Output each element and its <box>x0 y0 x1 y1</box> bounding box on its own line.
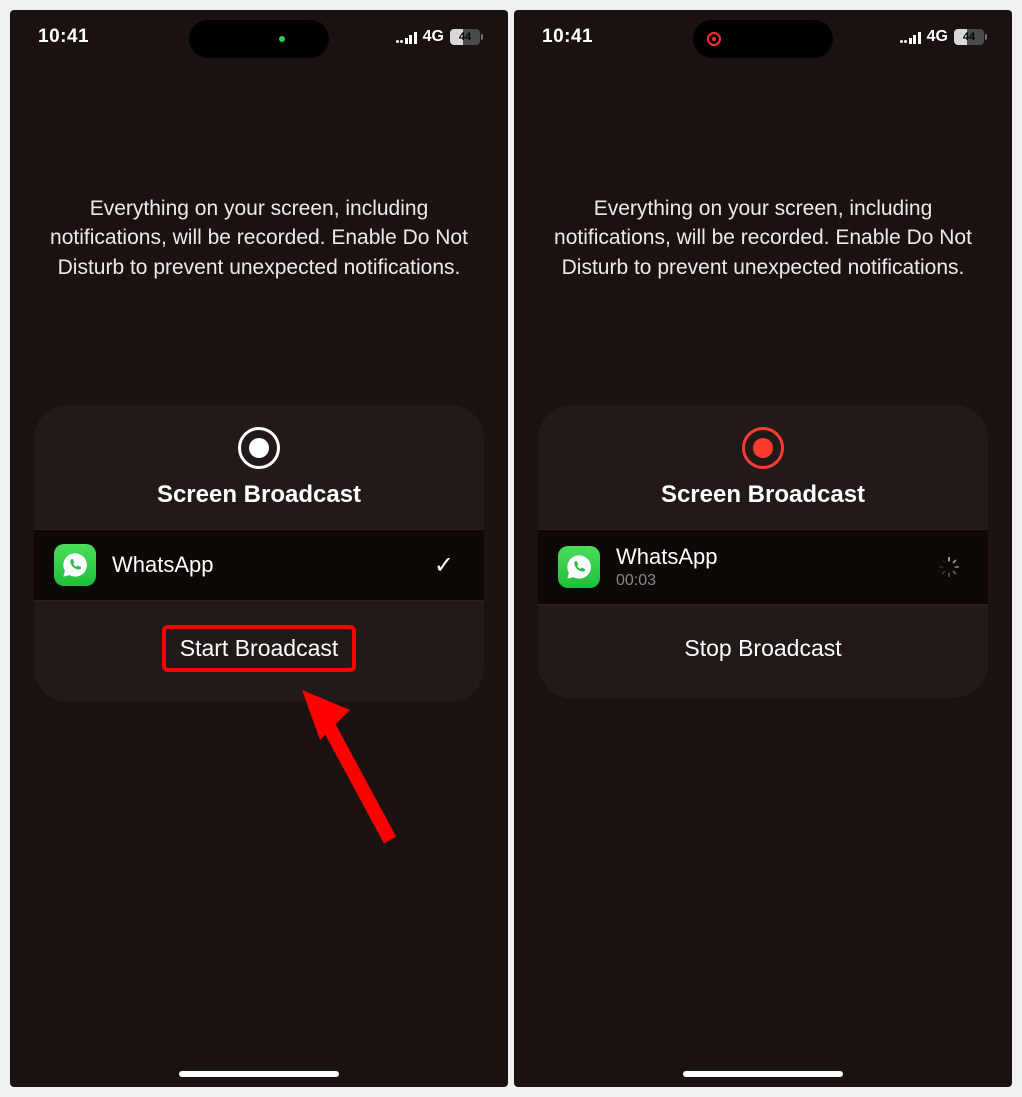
dynamic-island[interactable] <box>693 20 833 58</box>
status-time: 10:41 <box>38 26 138 48</box>
recording-disclaimer: Everything on your screen, including not… <box>544 194 982 282</box>
status-right: 4G 44 <box>350 28 480 46</box>
action-row: Stop Broadcast <box>538 605 988 698</box>
signal-bars-icon <box>396 30 417 44</box>
broadcast-app-row[interactable]: WhatsApp 00:03 <box>538 529 988 605</box>
app-text: WhatsApp <box>112 552 418 578</box>
app-name: WhatsApp <box>112 552 418 578</box>
start-broadcast-button[interactable]: Start Broadcast <box>162 625 357 672</box>
home-indicator[interactable] <box>179 1071 339 1077</box>
card-header: Screen Broadcast <box>538 405 988 529</box>
annotation-arrow-icon <box>290 680 410 850</box>
app-text: WhatsApp 00:03 <box>616 544 922 590</box>
status-bar: 10:41 4G 44 <box>514 10 1012 64</box>
phone-right: 10:41 4G 44 Everything on your screen, i… <box>514 10 1012 1087</box>
app-name: WhatsApp <box>616 544 922 570</box>
card-title: Screen Broadcast <box>34 481 484 509</box>
battery-icon: 44 <box>450 29 480 45</box>
status-time: 10:41 <box>542 26 642 48</box>
recording-indicator-icon <box>707 32 721 46</box>
dynamic-island <box>189 20 329 58</box>
whatsapp-icon <box>558 546 600 588</box>
status-right: 4G 44 <box>854 28 984 46</box>
privacy-indicator-dot <box>279 36 285 42</box>
broadcast-card: Screen Broadcast WhatsApp ✓ Start Broadc… <box>34 405 484 702</box>
status-bar: 10:41 4G 44 <box>10 10 508 64</box>
whatsapp-icon <box>54 544 96 586</box>
battery-icon: 44 <box>954 29 984 45</box>
broadcast-card: Screen Broadcast WhatsApp 00:03 <box>538 405 988 698</box>
signal-bars-icon <box>900 30 921 44</box>
phone-left: 10:41 4G 44 Everything on your screen, i… <box>10 10 508 1087</box>
recording-disclaimer: Everything on your screen, including not… <box>40 194 478 282</box>
checkmark-icon: ✓ <box>434 551 454 580</box>
loading-spinner-icon <box>938 556 960 578</box>
stop-broadcast-button[interactable]: Stop Broadcast <box>670 629 855 668</box>
network-label: 4G <box>423 28 444 46</box>
record-icon <box>238 427 280 469</box>
card-title: Screen Broadcast <box>538 481 988 509</box>
home-indicator[interactable] <box>683 1071 843 1077</box>
battery-level: 44 <box>963 31 975 43</box>
broadcast-timer: 00:03 <box>616 572 922 590</box>
card-header: Screen Broadcast <box>34 405 484 529</box>
action-row: Start Broadcast <box>34 601 484 702</box>
record-icon <box>742 427 784 469</box>
battery-level: 44 <box>459 31 471 43</box>
broadcast-app-row[interactable]: WhatsApp ✓ <box>34 529 484 601</box>
network-label: 4G <box>927 28 948 46</box>
